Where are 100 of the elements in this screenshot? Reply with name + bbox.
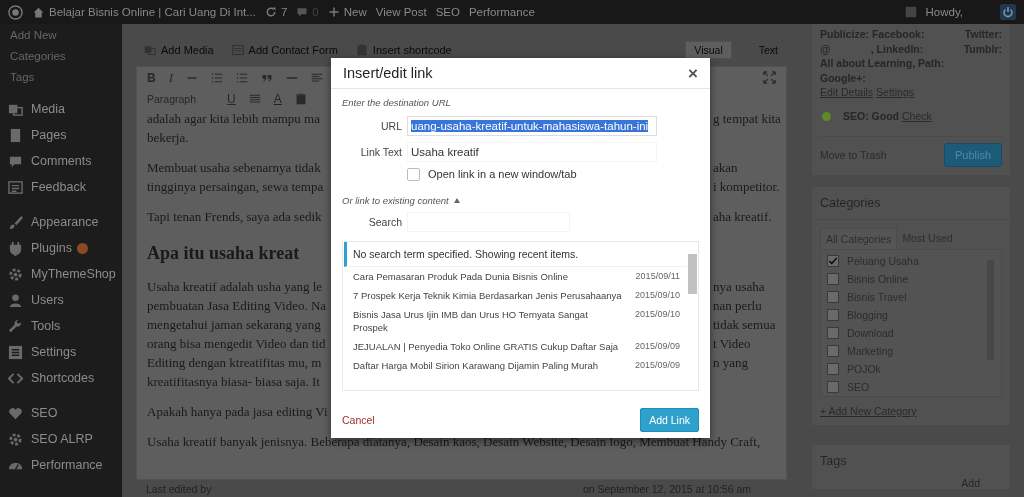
paragraph-line: Tapi tenan Frends, saya ada sedik <box>147 208 322 226</box>
paragraph-line: n yang <box>713 354 749 372</box>
url-field[interactable]: uang-usaha-kreatif-untuk-mahasiswa-tahun-ini <box>407 116 657 136</box>
home-icon <box>32 5 45 19</box>
checkbox-label[interactable]: Open link in a new window/tab <box>428 168 577 180</box>
paragraph-line: Membuat usaha sebenarnya tidak <box>147 159 321 177</box>
update-count[interactable]: 7 <box>280 6 288 18</box>
comment-icon <box>296 6 309 18</box>
submenu-item[interactable]: Add New <box>10 28 57 41</box>
result-item[interactable]: Bisnis Jasa Urus Ijin IMB dan Urus HO Ternyata Sangat Prospek 2015/09/10 <box>344 305 687 337</box>
menu-link[interactable]: View Post <box>375 6 427 18</box>
pages-icon <box>8 127 23 143</box>
instruction-text: Enter the destination URL <box>342 96 452 110</box>
brush-icon <box>8 214 23 230</box>
gear-icon <box>8 266 23 282</box>
notice-text: No search term specified. Showing recent items. <box>344 242 687 267</box>
menu-item[interactable]: Appearance <box>31 215 99 229</box>
checkbox[interactable] <box>827 291 839 303</box>
field-label: Search <box>367 216 402 228</box>
scrollbar-thumb[interactable] <box>688 254 697 294</box>
paragraph-line: Usaha kreatif banyak jenisnya. Beberapa diatanya, Desain kaos, Desain Website, Desain logo, Membuat Handy Craft, <box>147 433 761 451</box>
paragraph-line: nan perlu <box>713 297 762 315</box>
paragraph-line: g tempat kita <box>713 110 781 128</box>
media-button[interactable]: Add Media <box>144 44 214 56</box>
new-link[interactable]: New <box>343 6 367 18</box>
paragraph-line: t Video <box>713 335 751 353</box>
paragraph-line: pembuatan Jasa Editing Video. Na <box>147 297 327 315</box>
clipboard-icon <box>355 44 368 56</box>
bullet-list-icon <box>211 71 223 84</box>
publicize-text: @ <box>820 41 831 56</box>
justify-icon <box>248 92 261 105</box>
menu-item[interactable]: SEO <box>31 406 58 420</box>
avatar-icon <box>904 6 917 18</box>
editor-tab[interactable]: Visual <box>685 41 732 59</box>
submenu-item[interactable]: Categories <box>10 49 66 62</box>
menu-item[interactable]: Shortcodes <box>31 371 95 385</box>
menu-link[interactable]: SEO <box>435 6 460 18</box>
menu-item[interactable]: Settings <box>31 345 77 359</box>
paragraph-line: aha kreatif. <box>713 208 772 226</box>
menu-item[interactable]: Tools <box>31 319 61 333</box>
paragraph-line: orang bisa mengedit Video dan tid <box>147 335 326 353</box>
menu-item[interactable]: MyThemeShop <box>31 267 116 281</box>
menu-item[interactable]: Plugins <box>31 241 72 255</box>
checkbox[interactable] <box>827 381 839 393</box>
menu-item[interactable]: Users <box>31 293 64 307</box>
paragraph-line: adalah agar kita lebih mampu ma <box>147 110 320 128</box>
field-label: URL <box>380 120 402 132</box>
menu-item[interactable]: Feedback <box>31 180 86 194</box>
result-item[interactable]: Cara Pemasaran Produk Pada Dunia Bisnis Online 2015/09/11 <box>344 267 687 286</box>
menu-item[interactable]: Comments <box>31 154 92 168</box>
menu-item[interactable]: SEO ALRP <box>31 432 93 446</box>
cancel-link[interactable]: Cancel <box>342 414 375 426</box>
refresh-icon <box>264 6 277 18</box>
fullscreen-icon <box>763 71 776 84</box>
link-text-field[interactable]: Usaha kreatif <box>407 142 657 162</box>
checkbox[interactable] <box>827 327 839 339</box>
checkbox[interactable] <box>407 167 420 181</box>
menu-item[interactable]: Performance <box>31 458 103 472</box>
align-icon <box>311 71 323 84</box>
plus-icon <box>327 6 340 18</box>
paragraph-line: nya usaha <box>713 278 765 296</box>
user-icon <box>8 292 23 308</box>
greeting[interactable]: Howdy, <box>925 6 963 18</box>
check-icon <box>828 256 838 266</box>
menu-item[interactable]: Media <box>31 102 66 116</box>
media-icon <box>144 44 156 56</box>
paragraph-line: mengetahui jaman sekarang yang <box>147 316 321 334</box>
paragraph-line: Editing dengan ktreatifitas mu, m <box>147 354 322 372</box>
add-link-button[interactable]: Add Link <box>640 408 699 432</box>
result-item[interactable]: Daftar Harga Mobil Sirion Karawang Dijamin Paling Murah 2015/09/09 <box>344 356 687 375</box>
submenu-item[interactable]: Tags <box>10 70 35 83</box>
paragraph-line: Apakah hanya pada jasa editing Vi <box>147 403 328 421</box>
paragraph-line: Usaha kreatif adalah usha yang le <box>147 278 323 296</box>
existing-content-toggle[interactable]: Or link to existing content <box>342 194 449 206</box>
heading-text: Apa itu usaha kreat <box>147 242 300 265</box>
checkbox[interactable] <box>827 309 839 321</box>
menu-item[interactable]: Pages <box>31 128 67 142</box>
paragraph-line: bekerja. <box>147 129 189 147</box>
checkbox[interactable] <box>827 345 839 357</box>
gear-icon <box>8 431 23 447</box>
plug-icon <box>8 240 23 256</box>
power-icon <box>1000 4 1016 20</box>
paragraph-line: tingginya persaingan, sewa tempa <box>147 178 324 196</box>
paragraph-line: kreatifitasnya biasa- biasa saja. It <box>147 373 320 391</box>
media-button[interactable]: Add Contact Form <box>231 44 338 56</box>
checkbox[interactable] <box>827 255 839 267</box>
site-title[interactable]: Belajar Bisnis Online | Cari Uang Di Int... <box>49 6 256 18</box>
result-item[interactable]: JEJUALAN | Penyedia Toko Online GRATIS Cukup Daftar Saja 2015/09/09 <box>344 337 687 356</box>
paragraph-line: tidak semua <box>713 316 776 334</box>
feedback-icon <box>8 179 23 195</box>
checkbox[interactable] <box>827 273 839 285</box>
editor-tab[interactable]: Text <box>749 41 787 59</box>
result-item[interactable]: 7 Prospek Kerja Teknik Kimia Berdasarkan Jenis Perusahaanya 2015/09/10 <box>344 286 687 305</box>
menu-link[interactable]: Performance <box>468 6 535 18</box>
wrench-icon <box>8 318 23 334</box>
checkbox[interactable] <box>827 363 839 375</box>
close-button[interactable]: × <box>688 64 698 82</box>
heart-icon <box>8 405 23 421</box>
field-label: Link Text <box>359 146 402 158</box>
logo-icon <box>8 4 23 20</box>
